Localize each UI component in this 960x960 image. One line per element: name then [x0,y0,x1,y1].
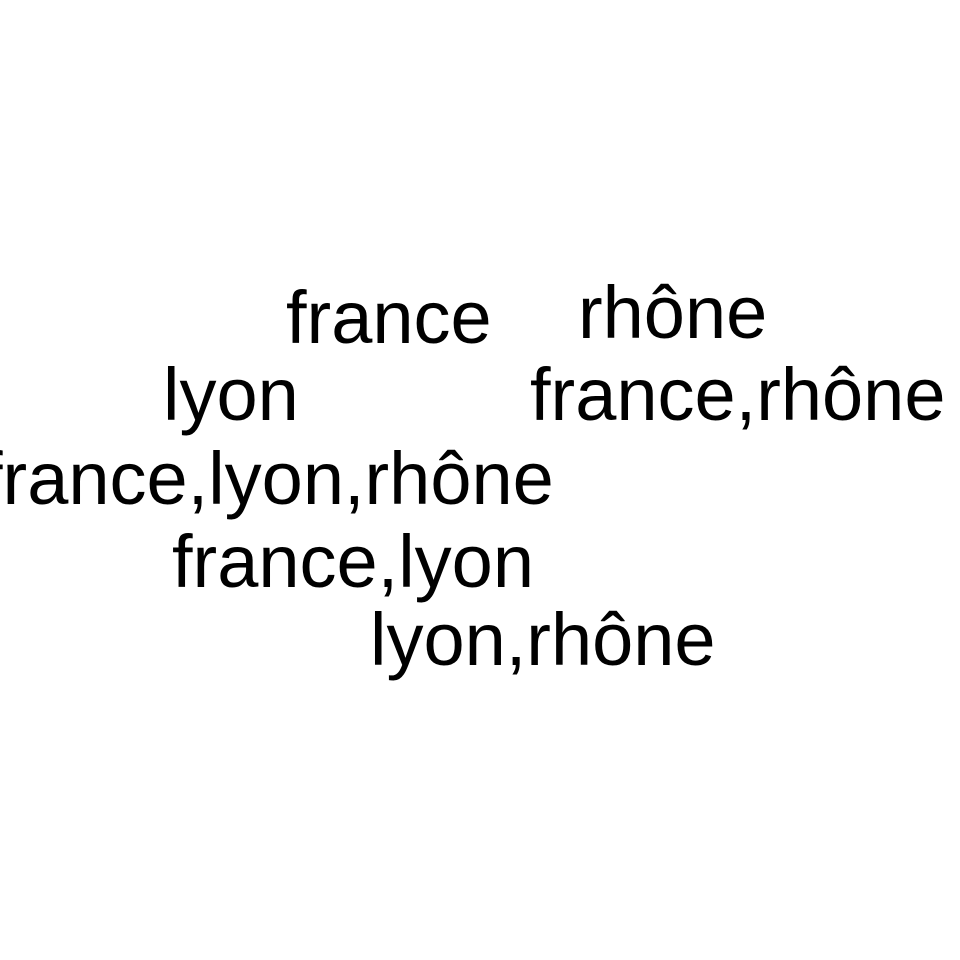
word-rhone: rhône [578,271,768,354]
word-cloud-canvas: france rhône lyon france,rhône france,ly… [0,0,960,960]
word-lyon-rhone: lyon,rhône [370,598,716,681]
word-france-rhone: france,rhône [530,353,946,436]
word-france: france [286,276,492,359]
word-france-lyon: france,lyon [172,520,534,603]
word-france-lyon-rhone: france,lyon,rhône [0,437,554,520]
word-lyon: lyon [163,353,299,436]
